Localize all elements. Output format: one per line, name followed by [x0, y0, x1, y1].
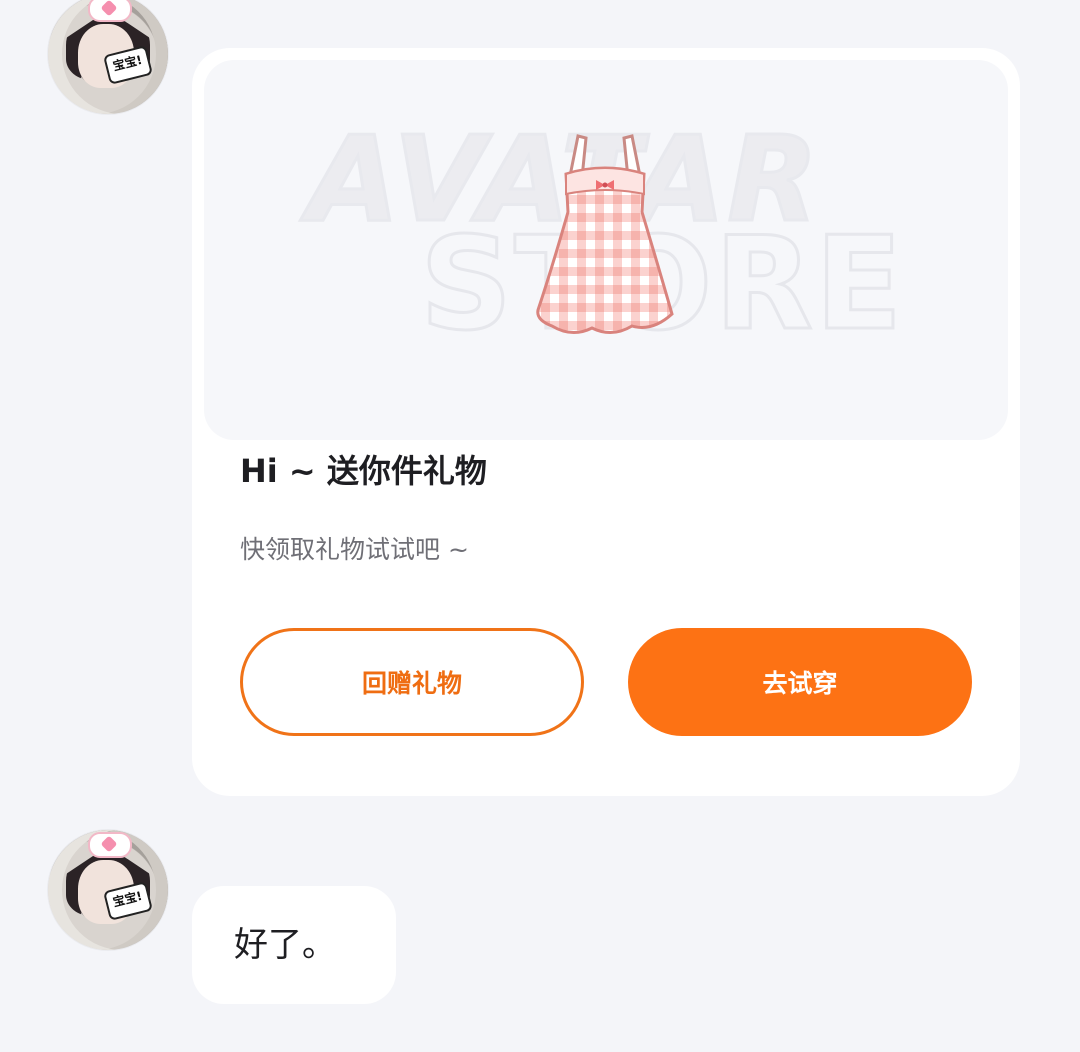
gift-banner: AVATAR STORE — [204, 60, 1008, 440]
return-gift-button[interactable]: 回赠礼物 — [240, 628, 584, 736]
text-message-bubble[interactable]: 好了。 — [192, 886, 396, 1004]
chat-view: 宝宝! AVATAR STORE — [0, 0, 1080, 1052]
gift-card-message[interactable]: AVATAR STORE — [192, 48, 1020, 796]
gift-subtitle: 快领取礼物试试吧 ~ — [240, 535, 469, 564]
checkered-dress-icon — [536, 134, 674, 334]
bow-hairclip-icon — [88, 832, 132, 858]
sender-avatar[interactable]: 宝宝! — [48, 830, 168, 950]
gift-title: Hi ~ 送你件礼物 — [240, 452, 487, 490]
try-on-button[interactable]: 去试穿 — [628, 628, 972, 736]
sender-avatar[interactable]: 宝宝! — [48, 0, 168, 114]
bow-hairclip-icon — [88, 0, 132, 22]
